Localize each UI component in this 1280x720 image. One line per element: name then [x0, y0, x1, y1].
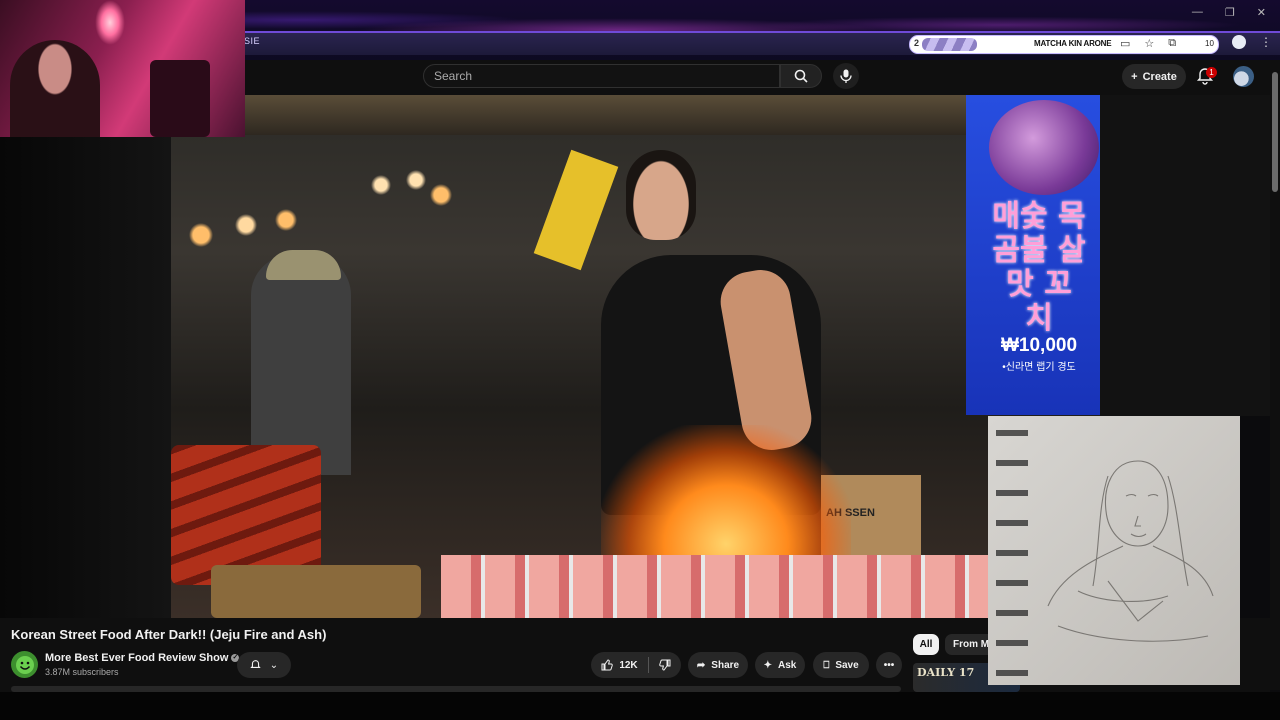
plus-icon: + — [1131, 70, 1138, 83]
search-button[interactable] — [780, 64, 822, 88]
browser-toolbar-right: ⋮ — [1232, 35, 1272, 49]
omnibox-number: 2 — [914, 38, 920, 48]
bottom-edge — [0, 692, 1280, 720]
scene-ceiling — [171, 95, 1100, 135]
webcam-chair — [150, 60, 210, 137]
zoom-indicator: 10 — [1205, 39, 1214, 48]
share-button[interactable]: ➦ Share — [688, 652, 748, 678]
scene-sign-korean-text: 매숯 목 곰불 살 맛 꼬 치 — [992, 199, 1086, 336]
browser-menu-icon[interactable]: ⋮ — [1260, 35, 1272, 49]
video-player[interactable]: AH SSEN 매숯 목 곰불 살 맛 꼬 치 ₩10,000 •신라면 랩기 … — [171, 95, 1100, 618]
subscribed-button[interactable]: ⌄ — [237, 652, 291, 678]
ambient-left — [0, 137, 171, 618]
subscriber-count: 3.87M subscribers — [45, 667, 119, 677]
scene-sign-price: ₩10,000 — [1000, 335, 1078, 356]
voice-search-button[interactable] — [833, 63, 859, 89]
ask-button[interactable]: ✦ Ask — [755, 652, 805, 678]
scene-skewers — [171, 445, 321, 585]
cast-icon[interactable]: ▭ — [1120, 37, 1130, 50]
scene-sign-subtext: •신라면 랩기 경도 — [1002, 362, 1076, 373]
channel-name[interactable]: More Best Ever Food Review Show ✓ — [45, 652, 240, 664]
omnibox-decoration — [922, 38, 977, 51]
like-button[interactable]: 12K — [601, 659, 638, 671]
thumbnail-text: DAILY 17 — [917, 666, 975, 679]
save-label: Save — [835, 659, 859, 671]
search-icon — [794, 69, 808, 83]
search-input[interactable]: Search — [423, 64, 780, 88]
ambient-right — [1100, 95, 1270, 416]
thumbs-up-icon — [601, 659, 614, 671]
share-icon: ➦ — [696, 659, 706, 671]
like-count: 12K — [619, 659, 638, 671]
sparkle-icon: ✦ — [763, 659, 773, 671]
minimize-button[interactable]: — — [1192, 6, 1203, 19]
window-controls: — ❐ ✕ — [1192, 6, 1266, 19]
like-dislike-pill: 12K — [591, 652, 681, 678]
browser-profile-icon[interactable] — [1232, 35, 1246, 49]
close-button[interactable]: ✕ — [1257, 6, 1266, 19]
scene-lights — [181, 165, 481, 255]
pencil-sketch-image — [1047, 460, 1214, 642]
page-scroll-thumb[interactable] — [1272, 72, 1278, 192]
create-label: Create — [1142, 70, 1177, 83]
create-button[interactable]: + Create — [1122, 64, 1186, 89]
chip-all[interactable]: All — [913, 634, 939, 655]
more-horizontal-icon: ••• — [883, 659, 895, 671]
address-bar[interactable]: 2 MATCHA KIN ARONE ▭ ☆ ⧉ 10 — [909, 35, 1219, 54]
smiley-logo-icon — [15, 655, 34, 674]
more-actions-button[interactable]: ••• — [876, 652, 902, 678]
like-divider — [647, 657, 649, 673]
scene-grill-meat — [441, 555, 1001, 618]
restore-button[interactable]: ❐ — [1225, 6, 1235, 19]
scene-worker — [251, 255, 351, 475]
ask-label: Ask — [778, 659, 797, 671]
webcam-light — [95, 0, 125, 45]
sketch-camera-overlay — [988, 416, 1240, 685]
tab-title-fragment[interactable]: SIE — [244, 36, 260, 46]
bookmark-star-icon[interactable]: ☆ — [1144, 37, 1154, 50]
bookmark-icon: ⎕ — [823, 659, 830, 671]
thumbs-down-icon[interactable] — [658, 659, 671, 671]
video-title: Korean Street Food After Dark!! (Jeju Fi… — [11, 627, 327, 642]
save-button[interactable]: ⎕ Save — [813, 652, 869, 678]
share-label: Share — [711, 659, 740, 671]
omnibox-icons: ▭ ☆ ⧉ — [1120, 37, 1176, 50]
bell-icon — [250, 660, 261, 668]
channel-name-text: More Best Ever Food Review Show — [45, 652, 229, 664]
scene-worker-cap — [266, 250, 341, 280]
extensions-icon[interactable]: ⧉ — [1168, 37, 1176, 50]
chevron-down-icon: ⌄ — [269, 659, 279, 671]
webcam-overlay — [0, 0, 245, 137]
omnibox-text: MATCHA KIN ARONE — [1034, 39, 1112, 48]
account-avatar[interactable] — [1233, 66, 1254, 87]
scene-yellow-sign — [533, 149, 619, 271]
channel-avatar[interactable] — [11, 651, 38, 678]
scene-sign-image — [989, 100, 1099, 195]
scene-vendor-head — [626, 150, 696, 240]
webcam-person — [10, 40, 100, 137]
microphone-icon — [840, 69, 852, 83]
notification-badge: 1 — [1206, 67, 1217, 78]
scene-tray — [211, 565, 421, 618]
